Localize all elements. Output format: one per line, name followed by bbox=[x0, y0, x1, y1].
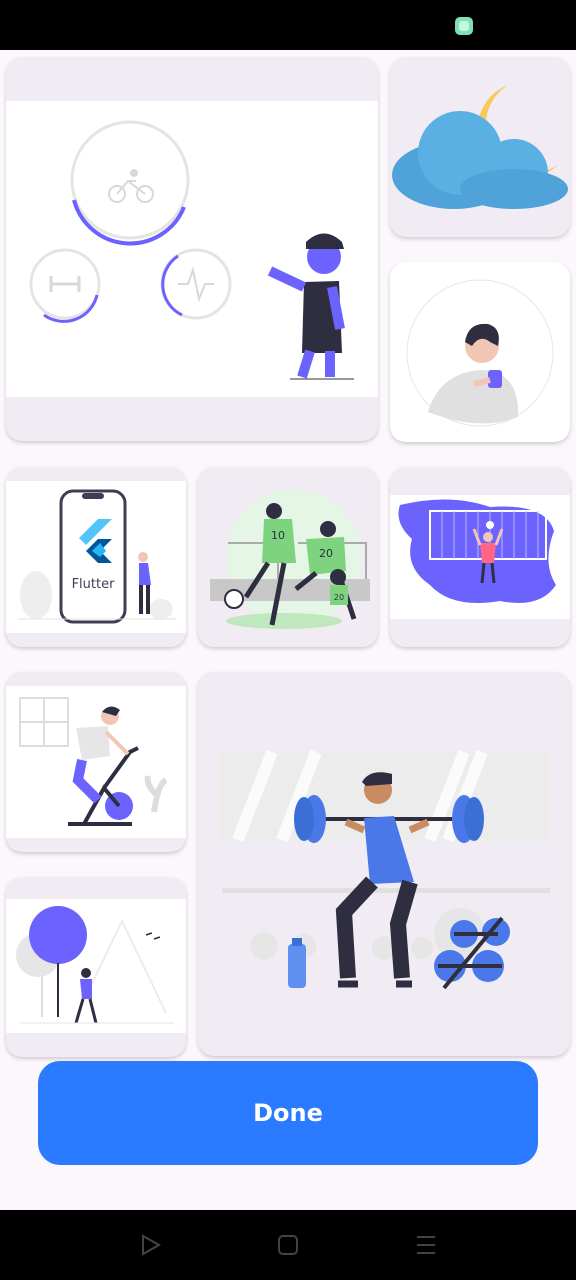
card-soccer[interactable]: 10 20 20 bbox=[198, 467, 378, 647]
card-weather[interactable] bbox=[390, 57, 570, 237]
card-flutter[interactable]: Flutter bbox=[6, 467, 186, 647]
status-bar bbox=[0, 0, 576, 50]
jersey-number-10: 10 bbox=[271, 529, 285, 542]
menu-icon[interactable] bbox=[413, 1232, 439, 1258]
goalkeeper-illustration bbox=[398, 499, 556, 603]
home-icon[interactable] bbox=[275, 1232, 301, 1258]
person-mug-icon bbox=[406, 279, 554, 427]
flutter-phone-illustration bbox=[18, 489, 176, 624]
flutter-label: Flutter bbox=[71, 577, 115, 592]
jersey-number-20: 20 bbox=[319, 547, 333, 560]
hiker-in-nature-illustration bbox=[16, 906, 174, 1024]
heartbeat-icon bbox=[178, 266, 214, 303]
navigation-bar bbox=[0, 1210, 576, 1280]
done-button[interactable]: Done bbox=[38, 1061, 538, 1165]
card-exercise-bike[interactable] bbox=[6, 672, 186, 852]
jersey-number-20-small: 20 bbox=[334, 593, 344, 602]
card-fitness-tracker[interactable] bbox=[6, 57, 378, 441]
dumbbell-icon bbox=[49, 276, 81, 292]
exercise-bike-illustration bbox=[19, 697, 168, 826]
soccer-players-illustration: 10 20 20 bbox=[210, 489, 370, 629]
bicycle-icon bbox=[108, 169, 154, 203]
weightlifting-squat-illustration bbox=[218, 749, 550, 990]
card-hiker[interactable] bbox=[6, 877, 186, 1057]
back-icon[interactable] bbox=[138, 1232, 164, 1258]
card-goalkeeper[interactable] bbox=[390, 467, 570, 647]
card-weightlifting[interactable] bbox=[198, 672, 570, 1056]
cloud-moon-icon bbox=[392, 85, 568, 209]
notification-app-icon bbox=[455, 17, 473, 35]
card-person-coffee[interactable] bbox=[390, 262, 570, 442]
fitness-tracker-illustration bbox=[29, 120, 354, 380]
